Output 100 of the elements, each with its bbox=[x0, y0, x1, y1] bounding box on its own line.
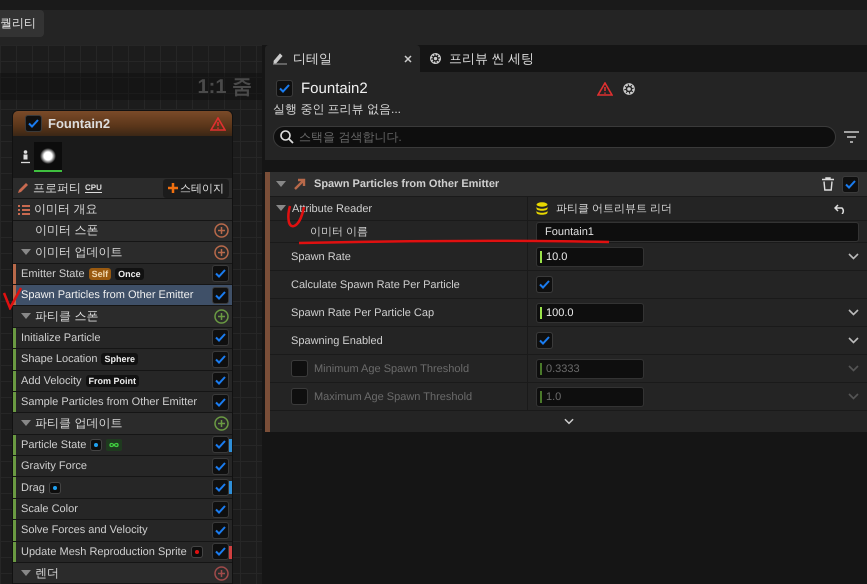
module-checkbox[interactable] bbox=[842, 176, 859, 192]
check-mark-icon bbox=[215, 547, 226, 556]
emitter-checkbox[interactable] bbox=[276, 80, 293, 97]
arrow-icon bbox=[294, 178, 306, 190]
dropdown-chevron-icon[interactable] bbox=[848, 253, 859, 260]
module-row[interactable]: Gravity Force bbox=[13, 456, 232, 478]
module-row[interactable]: Sample Particles from Other Emitter bbox=[13, 392, 232, 414]
module-row[interactable]: Solve Forces and Velocity bbox=[13, 520, 232, 542]
module-row[interactable]: Spawn Particles from Other Emitter bbox=[13, 284, 232, 306]
expand-arrow-icon[interactable] bbox=[21, 420, 31, 427]
check-mark-icon bbox=[539, 336, 550, 345]
check-mark-icon bbox=[215, 398, 226, 407]
particle-thumbnail[interactable] bbox=[34, 142, 62, 172]
number-field[interactable]: 0.3333 bbox=[536, 358, 644, 378]
module-checkbox[interactable] bbox=[212, 436, 229, 454]
settings-icon[interactable] bbox=[621, 80, 637, 96]
add-icon[interactable] bbox=[214, 244, 229, 260]
module-checkbox[interactable] bbox=[212, 479, 229, 496]
delete-icon[interactable] bbox=[822, 177, 834, 191]
property-label: Maximum Age Spawn Threshold bbox=[314, 390, 472, 402]
text-field[interactable]: Fountain1 bbox=[536, 222, 859, 242]
expand-arrow-icon[interactable] bbox=[276, 205, 286, 212]
check-mark-icon bbox=[215, 376, 226, 386]
settings-icon[interactable] bbox=[428, 51, 443, 66]
property-label: Calculate Spawn Rate Per Particle bbox=[291, 278, 460, 290]
check-mark-icon bbox=[279, 84, 290, 93]
search-bar[interactable]: 스택을 검색합니다. bbox=[273, 126, 836, 148]
section-title: 이미터 업데이트 bbox=[35, 244, 124, 261]
node-title: Fountain2 bbox=[48, 116, 112, 131]
module-row[interactable]: Particle State bbox=[13, 434, 232, 456]
preview-status: 실행 중인 프리뷰 없음... bbox=[273, 101, 402, 118]
number-field[interactable]: 10.0 bbox=[536, 246, 644, 266]
section-header[interactable]: 파티클 스폰 bbox=[13, 306, 232, 328]
module-row[interactable]: Scale Color bbox=[13, 498, 232, 520]
emitter-node[interactable] bbox=[12, 110, 233, 584]
check-mark-icon bbox=[539, 280, 550, 289]
module-row[interactable]: Initialize Particle bbox=[13, 328, 232, 350]
add-stage-button[interactable]: 스테이지 bbox=[163, 178, 229, 198]
module-checkbox[interactable] bbox=[212, 394, 229, 411]
section-header[interactable]: 이미터 스폰 bbox=[13, 220, 232, 242]
sim-target-label: CPU bbox=[85, 183, 102, 194]
checkbox[interactable] bbox=[536, 276, 553, 293]
section-header[interactable]: 이미터 개요 bbox=[13, 199, 232, 221]
add-icon[interactable] bbox=[214, 223, 229, 238]
quality-button[interactable]: 퀄리티 bbox=[0, 10, 44, 37]
module-title: Spawn Particles from Other Emitter bbox=[314, 178, 500, 190]
module-checkbox[interactable] bbox=[212, 543, 229, 560]
property-label: Spawning Enabled bbox=[291, 334, 383, 346]
module-checkbox[interactable] bbox=[212, 458, 229, 475]
pencil-icon bbox=[273, 52, 287, 64]
module-checkbox[interactable] bbox=[212, 329, 229, 346]
number-field[interactable]: 100.0 bbox=[536, 302, 644, 322]
expand-arrow-icon[interactable] bbox=[21, 570, 31, 577]
module-checkbox[interactable] bbox=[212, 350, 229, 368]
check-mark-icon bbox=[215, 462, 226, 471]
search-field[interactable]: 스택을 검색합니다. bbox=[299, 130, 829, 144]
check-mark-icon bbox=[215, 440, 226, 450]
section-header[interactable]: 렌더 bbox=[13, 563, 232, 584]
expand-arrow-icon[interactable] bbox=[21, 313, 31, 320]
filter-icon[interactable] bbox=[844, 131, 859, 143]
edit-condition-checkbox[interactable] bbox=[291, 388, 308, 405]
module-name: Particle State bbox=[21, 438, 86, 451]
search-icon bbox=[280, 130, 294, 144]
add-icon[interactable] bbox=[214, 416, 229, 431]
module-row[interactable]: Emitter State Self Once bbox=[13, 264, 232, 285]
section-header[interactable]: 파티클 업데이트 bbox=[13, 413, 232, 435]
panel-tab[interactable]: 디테일 bbox=[265, 45, 420, 72]
emitter-checkbox[interactable] bbox=[25, 115, 42, 132]
close-icon[interactable] bbox=[404, 54, 412, 62]
properties-label[interactable]: 프로퍼티 bbox=[33, 180, 81, 197]
module-checkbox[interactable] bbox=[212, 286, 229, 304]
section-header[interactable]: 이미터 업데이트 bbox=[13, 242, 232, 264]
number-field[interactable]: 1.0 bbox=[536, 386, 644, 406]
object-value: 파티클 어트리뷰트 리더 bbox=[556, 202, 674, 216]
expand-chevron-icon[interactable] bbox=[564, 418, 574, 425]
annotation-check-mark bbox=[3, 286, 23, 310]
module-checkbox[interactable] bbox=[212, 522, 229, 539]
edit-condition-checkbox[interactable] bbox=[291, 360, 308, 377]
check-mark-icon bbox=[215, 526, 226, 535]
loop-icon bbox=[106, 438, 122, 451]
module-checkbox[interactable] bbox=[212, 265, 229, 282]
dropdown-chevron-icon[interactable] bbox=[848, 337, 859, 344]
module-checkbox[interactable] bbox=[212, 372, 229, 390]
expand-arrow-icon[interactable] bbox=[21, 248, 31, 256]
module-row[interactable]: Drag bbox=[13, 477, 232, 499]
add-icon[interactable] bbox=[214, 309, 229, 324]
module-name: Update Mesh Reproduction Sprite bbox=[21, 546, 187, 558]
expand-arrow-icon[interactable] bbox=[276, 180, 286, 188]
module-row[interactable]: Shape Location Sphere bbox=[13, 349, 232, 371]
module-row[interactable]: Update Mesh Reproduction Sprite bbox=[13, 542, 232, 564]
add-icon[interactable] bbox=[214, 566, 229, 581]
module-checkbox[interactable] bbox=[212, 500, 229, 518]
reset-arrow-icon[interactable] bbox=[834, 204, 847, 214]
module-name: Initialize Particle bbox=[21, 332, 100, 344]
module-name: Scale Color bbox=[21, 503, 78, 516]
dropdown-chevron-icon[interactable] bbox=[848, 309, 859, 316]
module-name: Gravity Force bbox=[21, 460, 88, 472]
panel-tab[interactable]: 프리뷰 씬 세팅 bbox=[420, 45, 620, 72]
checkbox[interactable] bbox=[536, 332, 553, 349]
module-row[interactable]: Add Velocity From Point bbox=[13, 370, 232, 392]
